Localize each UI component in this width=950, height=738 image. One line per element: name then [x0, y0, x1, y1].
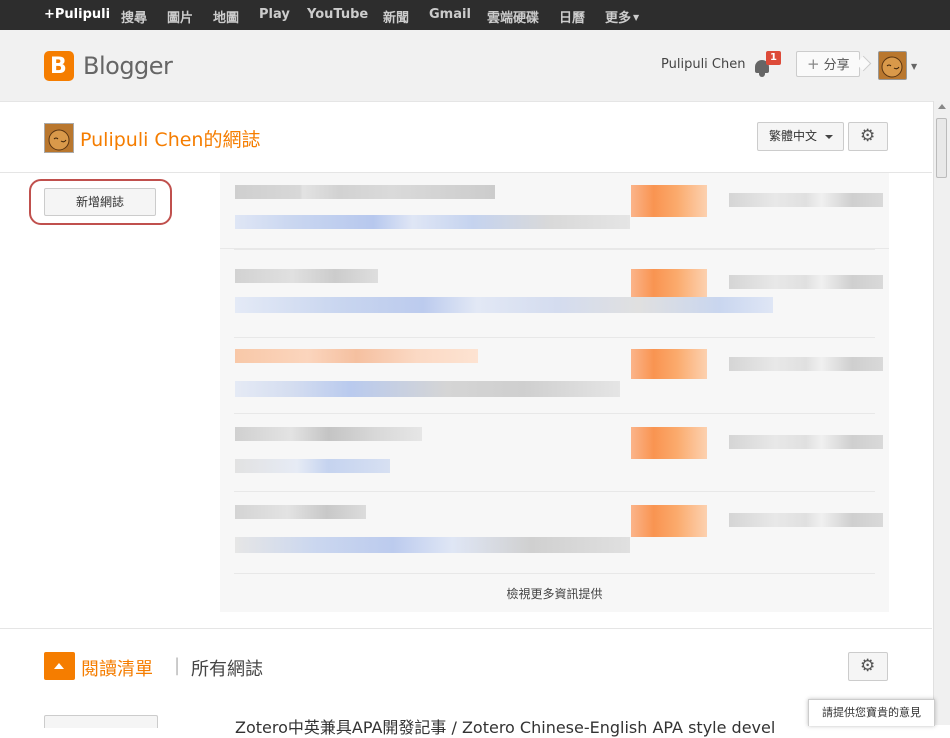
google-bar: +Pulipuli 搜尋 圖片 地圖 Play YouTube 新聞 Gmail… [0, 0, 950, 30]
language-label: 繁體中文 [769, 129, 818, 143]
nav-more-label: 更多 [605, 11, 632, 26]
blogger-header: B Blogger Pulipuli Chen 1 + 分享 ▼ [0, 30, 950, 102]
avatar-dropdown-icon[interactable]: ▼ [911, 62, 917, 71]
share-label: 分享 [823, 58, 850, 73]
nav-plus-pulipuli[interactable]: +Pulipuli [44, 7, 110, 22]
feed-item[interactable] [220, 503, 889, 579]
feed-item[interactable] [220, 173, 889, 249]
separator: | [174, 655, 181, 676]
user-name[interactable]: Pulipuli Chen [661, 57, 745, 72]
avatar[interactable] [878, 51, 907, 80]
scroll-up-icon[interactable] [938, 104, 946, 109]
logo-letter: B [50, 54, 67, 79]
blog-title[interactable]: Pulipuli Chen的網誌 [80, 125, 260, 152]
blog-avatar [44, 123, 74, 153]
brand-name[interactable]: Blogger [83, 52, 173, 80]
feed-item[interactable] [220, 425, 889, 501]
gear-icon: ⚙ [860, 656, 876, 676]
reading-list-item-title[interactable]: Zotero中英兼具APA開發記事 / Zotero Chinese-Engli… [235, 714, 805, 738]
chevron-down-icon: ▼ [633, 13, 640, 22]
scrollbar[interactable] [933, 101, 950, 725]
more-feeds-link[interactable]: 檢視更多資訊提供 [220, 585, 889, 602]
reading-list-header: 閱讀清單 | 所有網誌 ⚙ [0, 628, 932, 701]
new-blog-button[interactable]: 新增網誌 [44, 188, 156, 216]
notification-badge[interactable]: 1 [766, 51, 781, 65]
nav-more[interactable]: 更多 ▼ [605, 7, 639, 26]
share-button[interactable]: + 分享 [796, 51, 860, 77]
reading-settings-button[interactable]: ⚙ [848, 652, 888, 681]
nav-youtube[interactable]: YouTube [307, 7, 368, 22]
settings-button[interactable]: ⚙ [848, 122, 888, 151]
nav-drive[interactable]: 雲端硬碟 [487, 7, 539, 26]
nav-search[interactable]: 搜尋 [121, 7, 147, 26]
nav-images[interactable]: 圖片 [167, 7, 193, 26]
reading-list-title[interactable]: 閱讀清單 [81, 655, 153, 681]
nav-maps[interactable]: 地圖 [213, 7, 239, 26]
blogger-logo-icon[interactable]: B [44, 51, 74, 81]
all-blogs-label[interactable]: 所有網誌 [191, 655, 263, 681]
nav-news[interactable]: 新聞 [383, 7, 409, 26]
chevron-down-icon [825, 135, 833, 139]
gear-icon: ⚙ [860, 126, 876, 146]
scroll-thumb[interactable] [936, 118, 947, 178]
nav-gmail[interactable]: Gmail [429, 7, 471, 22]
dashboard-feed: 檢視更多資訊提供 [220, 173, 889, 612]
language-select[interactable]: 繁體中文 [757, 122, 844, 151]
plus-icon: + [807, 55, 820, 73]
reading-list-button[interactable] [44, 715, 158, 728]
nav-play[interactable]: Play [259, 7, 290, 22]
nav-calendar[interactable]: 日曆 [559, 7, 585, 26]
feedback-button[interactable]: 請提供您寶貴的意見 [808, 699, 935, 726]
blog-title-row: Pulipuli Chen的網誌 繁體中文 ⚙ [0, 102, 932, 173]
collapse-toggle-icon[interactable] [44, 652, 75, 680]
feed-item[interactable] [220, 261, 889, 337]
